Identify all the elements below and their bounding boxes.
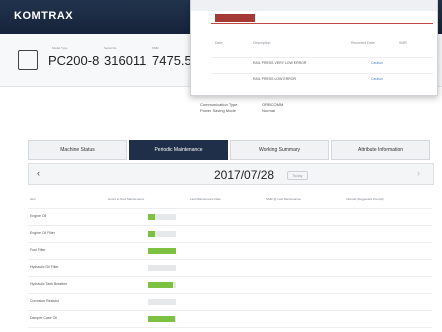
th-interval: Interval (Suggested Interval): [346, 197, 384, 201]
maintenance-gauge: [148, 316, 176, 322]
th-item: Item: [30, 197, 36, 201]
maintenance-gauge: [148, 248, 176, 254]
popup-th-smr: SMR: [399, 41, 407, 45]
row-item-name: Engine Oil Filter: [30, 231, 55, 235]
komtrax-window: KOMTRAX Model Type Serial No. SMR PC200-…: [0, 0, 442, 332]
chevron-left-icon[interactable]: ‹: [37, 168, 40, 178]
table-row[interactable]: Engine Oil: [28, 208, 432, 225]
gauge-fill: [148, 231, 155, 237]
row-item-name: Engine Oil: [30, 214, 47, 218]
chevron-right-icon[interactable]: ›: [417, 168, 420, 178]
table-row[interactable]: Engine Oil Filter: [28, 225, 432, 242]
popup-th-description: Description: [253, 41, 271, 45]
gauge-fill: [148, 316, 175, 322]
maintenance-gauge: [148, 282, 176, 288]
tab-periodic-maintenance[interactable]: Periodic Maintenance: [129, 140, 228, 160]
today-button[interactable]: Today: [287, 171, 308, 180]
popup-row[interactable]: RAIL PRESS LOW ERROR Caution: [211, 73, 433, 86]
maintenance-gauge: [148, 214, 176, 220]
row-item-name: Corrosion Resistor: [30, 299, 59, 303]
table-row[interactable]: Hydraulic Oil Filter: [28, 259, 432, 276]
th-smr-last: SMR @ Last Maintenance: [266, 197, 302, 201]
date-navigation: ‹ 2017/07/28 Today ›: [28, 163, 434, 185]
smr-label: SMR: [152, 46, 159, 50]
popup-section-header: [215, 14, 255, 22]
caution-history-popup: Date Description Recorded Date SMR RAIL …: [190, 0, 438, 96]
row-item-name: Hydraulic Oil Filter: [30, 265, 59, 269]
popup-divider: [211, 23, 433, 24]
tab-bar: Machine Status Periodic Maintenance Work…: [28, 140, 432, 160]
table-row[interactable]: Hydraulic Tank Breather: [28, 276, 432, 293]
tab-working-summary[interactable]: Working Summary: [230, 140, 329, 160]
gauge-fill: [148, 282, 174, 288]
tab-machine-status[interactable]: Machine Status: [28, 140, 127, 160]
maintenance-gauge: [148, 265, 176, 271]
smr-value: 7475.5: [152, 53, 192, 68]
row-item-name: Damper Case Oil: [30, 316, 57, 320]
popup-th-recorded-date: Recorded Date: [351, 41, 375, 45]
popup-row-description: RAIL PRESS VERY LOW ERROR: [253, 61, 307, 65]
gauge-fill: [148, 214, 155, 220]
serial-no-value: 316011: [104, 53, 147, 68]
selected-date[interactable]: 2017/07/28: [214, 168, 274, 182]
maintenance-table-header: Item Hours to Next Maintenance Last Main…: [28, 197, 432, 207]
popup-toolbar: [191, 0, 437, 11]
row-item-name: Hydraulic Tank Breather: [30, 282, 68, 286]
power-saving-mode-label: Power Saving Mode: [200, 108, 236, 113]
maintenance-gauge: [148, 231, 176, 237]
model-type-label: Model Type: [52, 46, 68, 50]
popup-row-description: RAIL PRESS LOW ERROR: [253, 77, 297, 81]
komtrax-logo: KOMTRAX: [14, 10, 74, 22]
tab-attribute-information[interactable]: Attribute Information: [331, 140, 430, 160]
caution-link[interactable]: Caution: [371, 77, 383, 81]
th-last-date: Last Maintenance Date: [190, 197, 221, 201]
table-row[interactable]: Corrosion Resistor: [28, 293, 432, 310]
power-saving-mode-value: Normal: [262, 108, 275, 113]
maintenance-gauge: [148, 299, 176, 305]
machine-icon: [18, 50, 38, 70]
model-type-value: PC200-8: [48, 53, 100, 68]
table-row[interactable]: Final Case Oil: [28, 327, 432, 332]
popup-th-date: Date: [215, 41, 223, 45]
popup-row[interactable]: RAIL PRESS VERY LOW ERROR Caution: [211, 57, 433, 70]
th-hours-to-next: Hours to Next Maintenance: [108, 197, 145, 201]
gauge-fill: [148, 248, 176, 254]
caution-link[interactable]: Caution: [371, 61, 383, 65]
table-row[interactable]: Fuel Filter: [28, 242, 432, 259]
table-row[interactable]: Damper Case Oil: [28, 310, 432, 327]
row-item-name: Fuel Filter: [30, 248, 46, 252]
serial-no-label: Serial No.: [104, 46, 118, 50]
